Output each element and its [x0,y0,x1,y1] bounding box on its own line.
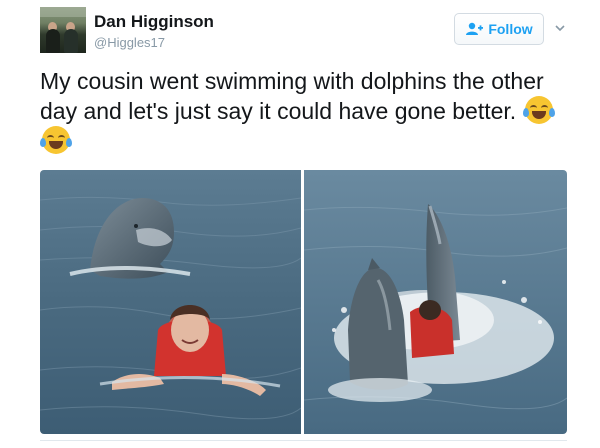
follow-button[interactable]: Follow [454,13,544,45]
add-user-icon [466,22,484,35]
display-name[interactable]: Dan Higginson [94,12,214,32]
avatar[interactable] [40,7,86,53]
user-handle[interactable]: @Higgles17 [94,35,165,50]
tweet-text-body: My cousin went swimming with dolphins th… [40,68,544,124]
follow-label: Follow [488,21,533,37]
divider [40,440,567,441]
photo-image [40,170,301,434]
chevron-down-icon[interactable] [554,22,566,34]
tweet-media[interactable] [40,170,567,434]
photo-image [304,170,567,434]
tweet-card: Dan Higginson @Higgles17 Follow My cousi… [0,0,600,448]
photo-dolphin-swimmer[interactable] [40,170,301,434]
tweet-text: My cousin went swimming with dolphins th… [40,66,570,156]
face-with-tears-of-joy-icon [522,96,555,124]
photo-dolphins-splash[interactable] [304,170,567,434]
face-with-tears-of-joy-icon [40,126,72,154]
